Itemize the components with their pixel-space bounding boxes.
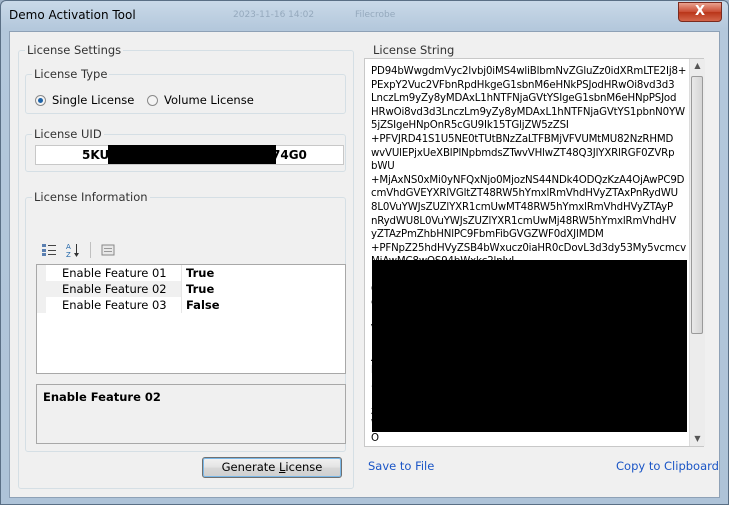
property-grid[interactable]: Enable Feature 01 True Enable Feature 02…: [36, 264, 346, 374]
categorized-icon[interactable]: [40, 241, 58, 259]
single-license-label: Single License: [52, 93, 135, 107]
property-value[interactable]: True: [182, 281, 345, 297]
license-string-line: bWU: [371, 161, 395, 173]
license-string-line: 8L0VuYWJsZUZlYXR1cmUwMT48RW5hYmxlRmVhdHV…: [371, 201, 674, 213]
license-string-scrollbar[interactable]: ▲ ▼: [689, 59, 705, 446]
radio-unchecked-icon: [147, 94, 158, 106]
license-string-line: +PFVJRD41S1U5NE0tTUtBNzZaLTFBMjVFVUMtMU8…: [371, 133, 674, 145]
alphabetical-sort-icon[interactable]: AZ: [64, 241, 82, 259]
save-to-file-link[interactable]: Save to File: [368, 459, 434, 473]
license-string-line: LnczLm9yZy8yMDAxL1hNTFNjaGVtYSIgeG1sbnM6…: [371, 93, 677, 105]
property-pages-icon[interactable]: [99, 241, 117, 259]
client-area: License Settings License Type Single Lic…: [9, 31, 720, 498]
property-row[interactable]: Enable Feature 01 True: [37, 265, 345, 281]
generate-license-label-prefix: Generate: [221, 460, 279, 474]
copy-to-clipboard-link[interactable]: Copy to Clipboard: [616, 459, 719, 473]
volume-license-label: Volume License: [164, 93, 254, 107]
close-button[interactable]: X: [678, 2, 722, 22]
radio-checked-icon: [35, 94, 46, 106]
license-string-redaction-block: [372, 260, 687, 432]
license-string-line: yZTAzPmZhbHNlPC9FbmFibGVGZWF0dXJlMDM: [371, 229, 604, 241]
license-string-line: wvVUlEPjxUeXBlPlNpbmdsZTwvVHlwZT48Q3JlYX…: [371, 147, 675, 159]
generate-license-label-suffix: icense: [285, 460, 323, 474]
license-string-legend: License String: [371, 43, 457, 57]
license-string-line: HRwOi8vd3d3LnczLm9yZy8yMDAxL1hNTFNjaGVtY…: [371, 106, 685, 118]
close-icon: X: [694, 4, 706, 19]
generate-license-button[interactable]: Generate License: [202, 457, 342, 478]
property-name: Enable Feature 02: [46, 281, 182, 297]
svg-text:A: A: [66, 243, 71, 251]
property-grid-toolbar: AZ: [40, 239, 117, 261]
property-value[interactable]: False: [182, 297, 345, 313]
license-uid-value-end: 74G0: [272, 148, 307, 162]
license-type-legend: License Type: [32, 67, 110, 81]
background-ghost-text: Filecrobe: [355, 10, 396, 20]
license-string-line: O: [371, 433, 379, 443]
svg-text:Z: Z: [66, 251, 71, 258]
license-string-line: cmVhdGVEYXRlVGltZT48RW5hYmxlRmVhdHVyZTAx…: [371, 188, 678, 200]
license-string-line: nRydWU8L0VuYWJsZUZlYXR1cmUwMj48RW5hYmxlR…: [371, 215, 677, 227]
scroll-up-icon[interactable]: ▲: [690, 59, 705, 73]
volume-license-radio[interactable]: Volume License: [147, 93, 254, 107]
license-string-line: +PFNpZ25hdHVyZSB4bWxucz0iaHR0cDovL3d3dy5…: [371, 242, 686, 254]
license-string-line: PD94bWwgdmVyc2lvbj0iMS4wliBlbmNvZGluZz0i…: [371, 66, 687, 77]
scroll-down-icon[interactable]: ▼: [690, 432, 705, 446]
single-license-radio[interactable]: Single License: [35, 93, 134, 107]
license-uid-legend: License UID: [32, 127, 104, 141]
property-row-selected[interactable]: Enable Feature 02 True: [37, 281, 345, 297]
background-ghost-text: 2023-11-16 14:02: [233, 10, 315, 20]
toolbar-separator: [90, 242, 91, 258]
property-name: Enable Feature 03: [46, 297, 182, 313]
property-value[interactable]: True: [182, 265, 345, 281]
window-title: Demo Activation Tool: [9, 8, 136, 22]
license-uid-value-start: 5KU: [82, 148, 110, 162]
property-description-pane: Enable Feature 02: [36, 384, 346, 444]
scroll-thumb[interactable]: [691, 76, 703, 334]
activation-window: Demo Activation Tool 2023-11-16 14:02 Fi…: [0, 0, 729, 505]
property-name: Enable Feature 01: [46, 265, 182, 281]
license-string-line: 5jZSIgeHNpOnR5cGU9Ik15TGljZW5zZSI: [371, 120, 569, 132]
license-information-legend: License Information: [32, 190, 150, 204]
uid-redaction-block: [108, 145, 276, 164]
license-string-line: +MjAxNS0xMi0yNFQxNjo0MjozNS44NDk4ODQzKzA…: [371, 174, 685, 186]
license-settings-legend: License Settings: [25, 43, 124, 57]
property-row[interactable]: Enable Feature 03 False: [37, 297, 345, 313]
license-string-line: PExpY2Vuc2VFbnRpdHkgeG1sbnM6eHNkPSJodHRw…: [371, 79, 675, 91]
title-bar[interactable]: Demo Activation Tool 2023-11-16 14:02 Fi…: [1, 1, 728, 29]
property-description-title: Enable Feature 02: [43, 390, 161, 404]
